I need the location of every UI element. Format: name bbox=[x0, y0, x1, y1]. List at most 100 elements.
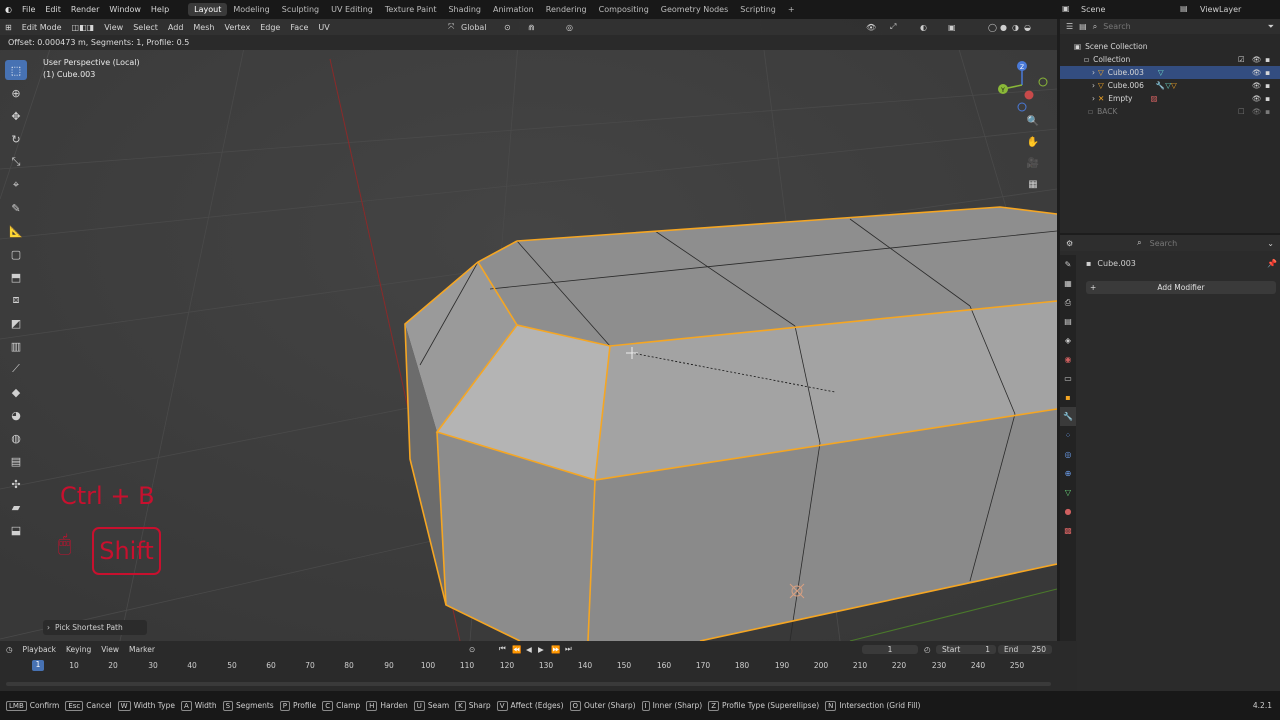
rip-region-tool-icon[interactable]: ⬓ bbox=[5, 520, 27, 540]
measure-tool-icon[interactable]: 📐 bbox=[5, 221, 27, 241]
pan-hand-icon[interactable]: ✋ bbox=[1023, 132, 1043, 152]
menu-window[interactable]: Window bbox=[104, 5, 146, 14]
rotate-tool-icon[interactable]: ↻ bbox=[5, 129, 27, 149]
physics-tab-icon[interactable]: ◎ bbox=[1060, 445, 1076, 464]
menu-help[interactable]: Help bbox=[146, 5, 174, 14]
light-object-icon[interactable] bbox=[789, 583, 805, 599]
material-tab-icon[interactable]: ● bbox=[1060, 502, 1076, 521]
outliner-item-cube-003[interactable]: › ▽ Cube.003 ▽ 👁 ▪ bbox=[1060, 66, 1280, 79]
select-box-tool-icon[interactable]: ⬚ bbox=[5, 60, 27, 80]
shading-wireframe-icon[interactable]: ◯ bbox=[988, 23, 997, 32]
camera-icon[interactable]: ▪ bbox=[1265, 107, 1270, 116]
filter-icon[interactable]: ⏷ bbox=[1268, 22, 1274, 32]
pivot-point-icon[interactable]: ⊙ bbox=[504, 23, 511, 32]
texture-tab-icon[interactable]: ▩ bbox=[1060, 521, 1076, 540]
collection-tab-icon[interactable]: ▭ bbox=[1060, 369, 1076, 388]
eye-icon[interactable]: 👁 bbox=[1252, 68, 1262, 77]
menu-vertex[interactable]: Vertex bbox=[219, 23, 255, 32]
workspace-tab-animation[interactable]: Animation bbox=[487, 3, 540, 16]
menu-view[interactable]: View bbox=[99, 23, 128, 32]
timeline-ruler[interactable]: 1 10 20 30 40 50 60 70 80 90 100 110 120… bbox=[0, 659, 1057, 673]
proportional-editing-icon[interactable]: ◎ bbox=[566, 23, 573, 32]
menu-timeline-view[interactable]: View bbox=[101, 645, 119, 654]
workspace-tab-geometry-nodes[interactable]: Geometry Nodes bbox=[655, 3, 734, 16]
poly-build-tool-icon[interactable]: ◆ bbox=[5, 382, 27, 402]
cursor-tool-icon[interactable]: ⊕ bbox=[5, 83, 27, 103]
properties-search-input[interactable]: Search bbox=[1150, 239, 1177, 248]
menu-edge[interactable]: Edge bbox=[255, 23, 285, 32]
pin-icon[interactable]: 📌 bbox=[1267, 259, 1277, 268]
play-reverse-icon[interactable]: ◀ bbox=[526, 645, 532, 654]
workspace-tab-modeling[interactable]: Modeling bbox=[227, 3, 275, 16]
eye-icon[interactable]: 👁 bbox=[1252, 81, 1262, 90]
transform-tool-icon[interactable]: ⌖ bbox=[5, 175, 27, 195]
outliner-item-cube-006[interactable]: › ▽ Cube.006 🔧 ▽ ▽ 👁 ▪ bbox=[1060, 79, 1280, 92]
current-frame-field[interactable]: 1 bbox=[862, 644, 918, 654]
select-mode-icons[interactable]: ◫◧◨ bbox=[67, 23, 100, 32]
smooth-tool-icon[interactable]: ◍ bbox=[5, 428, 27, 448]
menu-face[interactable]: Face bbox=[285, 23, 313, 32]
3d-viewport[interactable]: Z Y ⊞ Edit Mode ◫◧◨ View Select Add Mesh… bbox=[0, 19, 1057, 641]
add-modifier-button[interactable]: + Add Modifier bbox=[1086, 281, 1276, 294]
shading-rendered-icon[interactable]: ◒ bbox=[1024, 23, 1031, 32]
outliner-item-back[interactable]: ▫ BACK ☐ 👁 ▪ bbox=[1060, 105, 1280, 118]
properties-editor-icon[interactable]: ⚙ bbox=[1066, 239, 1073, 248]
outliner-item-empty[interactable]: › ✕ Empty ▨ 👁 ▪ bbox=[1060, 92, 1280, 105]
transform-orientation-icon[interactable]: ⤧ bbox=[448, 22, 454, 32]
camera-icon[interactable]: ▪ bbox=[1265, 55, 1270, 64]
editor-type-icon[interactable]: ⊞ bbox=[0, 23, 17, 32]
bevel-tool-icon[interactable]: ◩ bbox=[5, 313, 27, 333]
shading-material-icon[interactable]: ◑ bbox=[1012, 23, 1019, 32]
menu-mesh[interactable]: Mesh bbox=[188, 23, 219, 32]
gizmo-toggle-icon[interactable]: ⤢ bbox=[890, 22, 896, 32]
camera-icon[interactable]: ▪ bbox=[1265, 94, 1270, 103]
timeline-editor-icon[interactable]: ◷ bbox=[6, 645, 13, 654]
menu-keying[interactable]: Keying bbox=[66, 645, 91, 654]
play-icon[interactable]: ▶ bbox=[538, 645, 544, 654]
start-frame-field[interactable]: Start 1 bbox=[936, 644, 996, 654]
chevron-down-icon[interactable]: ⌄ bbox=[1267, 239, 1274, 248]
add-cube-tool-icon[interactable]: ▢ bbox=[5, 244, 27, 264]
record-icon[interactable]: ⊙ bbox=[469, 645, 475, 654]
workspace-tab-shading[interactable]: Shading bbox=[442, 3, 487, 16]
eye-icon[interactable]: 👁 bbox=[1252, 94, 1262, 103]
render-tab-icon[interactable]: ▦ bbox=[1060, 274, 1076, 293]
outliner-editor-icon[interactable]: ☰ bbox=[1066, 22, 1073, 31]
perspective-toggle-icon[interactable]: ▦ bbox=[1023, 174, 1043, 194]
scale-tool-icon[interactable]: ⤡ bbox=[5, 152, 27, 172]
next-keyframe-icon[interactable]: ⏩ bbox=[551, 645, 560, 654]
eye-icon[interactable]: 👁 bbox=[1252, 107, 1262, 116]
workspace-tab-scripting[interactable]: Scripting bbox=[734, 3, 782, 16]
tool-tab-icon[interactable]: ✎ bbox=[1060, 255, 1076, 274]
beveled-mesh[interactable] bbox=[404, 206, 1057, 641]
scene-tab-icon[interactable]: ◈ bbox=[1060, 331, 1076, 350]
spin-tool-icon[interactable]: ◕ bbox=[5, 405, 27, 425]
workspace-tab-sculpting[interactable]: Sculpting bbox=[276, 3, 325, 16]
menu-playback[interactable]: Playback bbox=[23, 645, 56, 654]
checkbox-icon[interactable]: ☐ bbox=[1238, 107, 1245, 116]
overlays-icon[interactable]: ◐ bbox=[920, 23, 927, 32]
workspace-tab-uv-editing[interactable]: UV Editing bbox=[325, 3, 379, 16]
view-layer-icon[interactable]: ▤ bbox=[1180, 4, 1188, 13]
inset-tool-icon[interactable]: ⧈ bbox=[5, 290, 27, 310]
shading-solid-icon[interactable]: ● bbox=[1000, 23, 1007, 32]
modifier-tab-icon[interactable]: 🔧 bbox=[1060, 407, 1076, 426]
collection-row[interactable]: ▫ Collection ☑ 👁 ▪ bbox=[1060, 53, 1280, 66]
expand-arrow-icon[interactable]: › bbox=[1092, 68, 1095, 77]
scene-collection-row[interactable]: ▣ Scene Collection bbox=[1060, 40, 1280, 53]
view-layer-tab-icon[interactable]: ▤ bbox=[1060, 312, 1076, 331]
scene-icon[interactable]: ▣ bbox=[1062, 4, 1070, 13]
add-workspace-icon[interactable]: + bbox=[782, 3, 801, 16]
snap-icon[interactable]: ⋒ bbox=[528, 23, 535, 32]
expand-arrow-icon[interactable]: › bbox=[1092, 81, 1095, 90]
checkbox-icon[interactable]: ☑ bbox=[1238, 55, 1245, 64]
eye-icon[interactable]: 👁 bbox=[1252, 55, 1262, 64]
camera-icon[interactable]: ▪ bbox=[1265, 68, 1270, 77]
camera-icon[interactable]: ▪ bbox=[1265, 81, 1270, 90]
menu-add[interactable]: Add bbox=[163, 23, 189, 32]
knife-tool-icon[interactable]: ⟋ bbox=[5, 359, 27, 379]
loop-cut-tool-icon[interactable]: ▥ bbox=[5, 336, 27, 356]
workspace-tab-layout[interactable]: Layout bbox=[188, 3, 228, 16]
expand-arrow-icon[interactable]: › bbox=[1092, 94, 1095, 103]
shear-tool-icon[interactable]: ▰ bbox=[5, 497, 27, 517]
